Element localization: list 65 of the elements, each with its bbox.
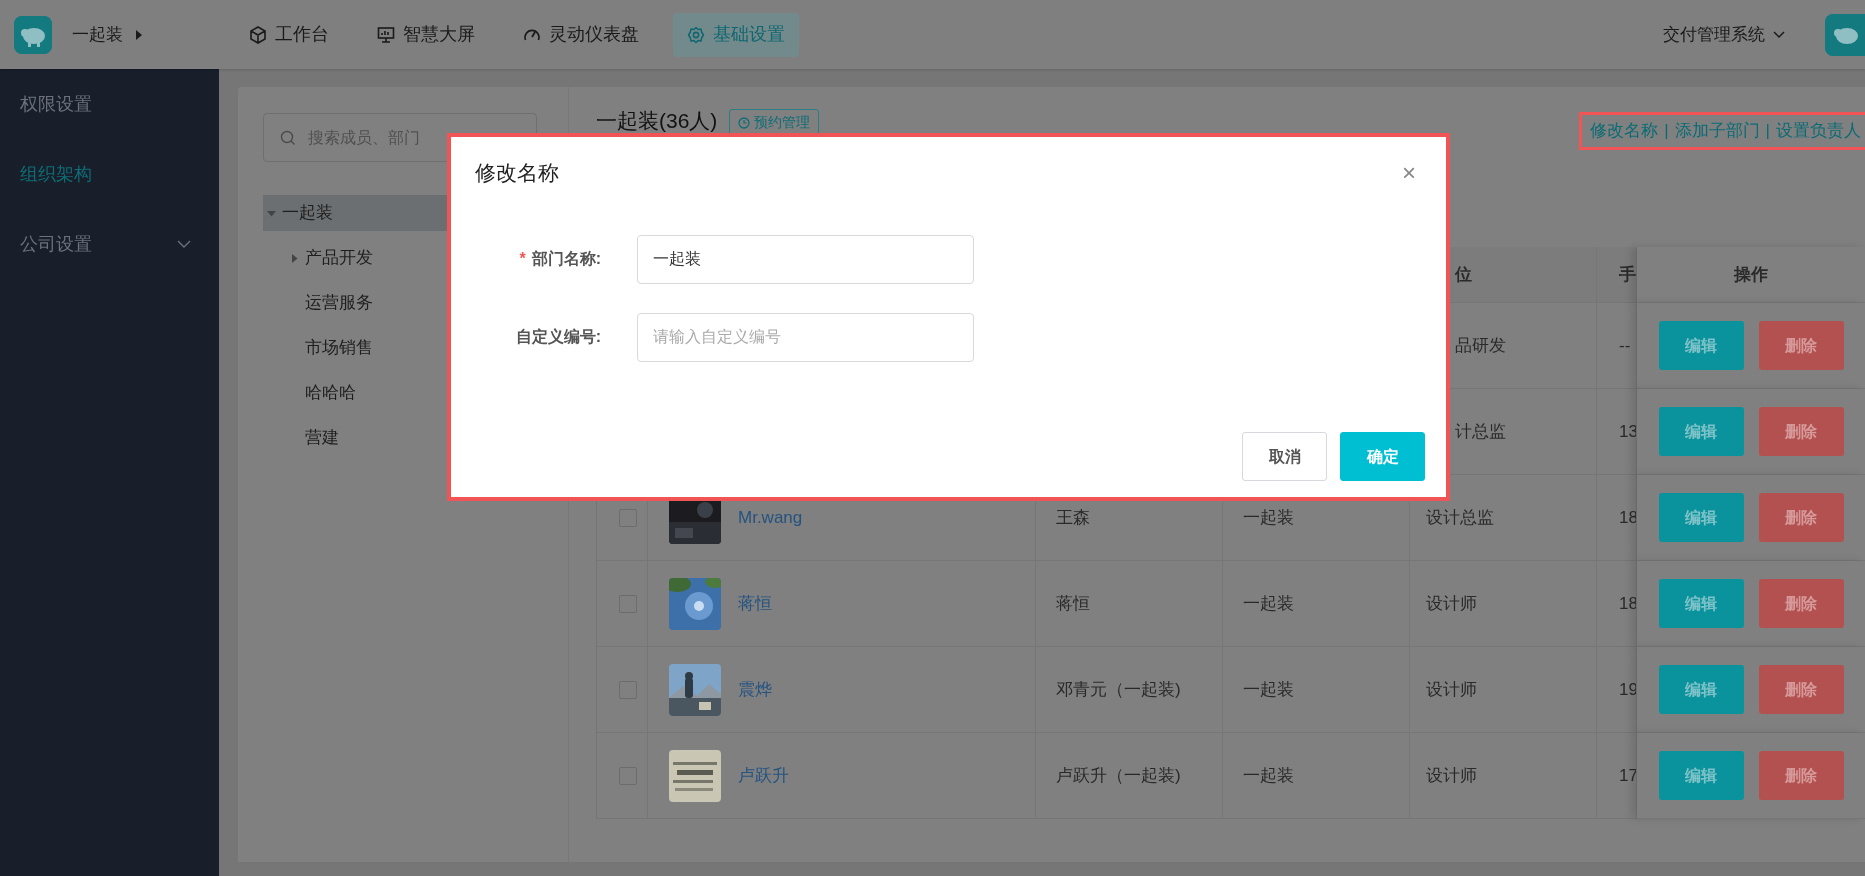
separator: | (1765, 120, 1770, 143)
logo-icon (14, 15, 52, 54)
table-cell: 一起装 (1223, 561, 1410, 647)
column-header: 手 (1597, 247, 1637, 303)
confirm-button[interactable]: 确定 (1340, 432, 1425, 481)
chevron-down-icon (177, 240, 191, 248)
search-icon (280, 129, 296, 146)
column-header: 操作 (1637, 247, 1865, 303)
brand-name: 一起装 (72, 23, 123, 46)
delete-button[interactable]: 删除 (1758, 665, 1844, 714)
dialog-title: 修改名称 (475, 160, 559, 186)
table-cell: 设计师 (1410, 561, 1597, 647)
monitor-icon (377, 25, 395, 44)
tree-item[interactable]: 哈哈哈 (263, 375, 563, 411)
sidebar-item[interactable]: 权限设置 (0, 69, 219, 139)
input-field[interactable]: 请输入自定义编号 (637, 312, 974, 362)
table-cell: 蒋恒 (1036, 561, 1223, 647)
required-mark: * (519, 250, 526, 267)
table-cell: 一起装 (1223, 733, 1410, 819)
field-label: 自定义编号: (515, 328, 601, 345)
caret-icon[interactable] (135, 29, 143, 40)
delete-button[interactable]: 删除 (1758, 407, 1844, 456)
edit-button[interactable]: 编辑 (1658, 751, 1744, 800)
table-cell: 设计师 (1410, 733, 1597, 819)
nav-tab[interactable]: 灵动仪表盘 (509, 12, 653, 57)
input-field[interactable]: 一起装 (637, 234, 974, 284)
separator: | (1664, 120, 1669, 143)
edit-button[interactable]: 编辑 (1658, 493, 1744, 542)
delete-button[interactable]: 删除 (1758, 579, 1844, 628)
nav-tab[interactable]: 工作台 (235, 12, 343, 57)
table-cell: 卢跃升（一起装) (1036, 733, 1223, 819)
action-link[interactable]: 添加子部门 (1674, 118, 1760, 144)
delete-button[interactable]: 删除 (1758, 321, 1844, 370)
table-cell: 一起装 (1223, 647, 1410, 733)
action-link[interactable]: 修改名称 (1590, 118, 1659, 144)
edit-button[interactable]: 编辑 (1658, 579, 1744, 628)
edit-button[interactable]: 编辑 (1658, 665, 1744, 714)
cancel-button[interactable]: 取消 (1242, 432, 1327, 481)
caret-down-icon[interactable] (267, 208, 276, 218)
tree-item[interactable]: 营建 (263, 420, 563, 456)
chevron-down-icon (1773, 30, 1785, 39)
field-label: 部门名称: (531, 250, 601, 267)
cube-icon (249, 25, 267, 44)
clock-icon (738, 116, 751, 129)
sidebar-item[interactable]: 组织架构 (0, 139, 219, 209)
settings-icon (687, 25, 705, 44)
table-cell: 邓青元（一起装) (1036, 647, 1223, 733)
system-switcher[interactable]: 交付管理系统 (1657, 20, 1791, 49)
nav-tab[interactable]: 基础设置 (673, 12, 799, 57)
delete-button[interactable]: 删除 (1758, 751, 1844, 800)
nav-tab[interactable]: 智慧大屏 (363, 12, 489, 57)
table-cell: 设计师 (1410, 647, 1597, 733)
action-link[interactable]: 设置负责人 (1776, 118, 1861, 144)
department-title: 一起装(36人) (596, 108, 718, 134)
tree-item[interactable]: 运营服务 (263, 285, 563, 321)
member-name-link[interactable]: 蒋恒 (738, 590, 772, 617)
close-button[interactable]: × (1398, 160, 1420, 185)
edit-button[interactable]: 编辑 (1658, 321, 1744, 370)
edit-button[interactable]: 编辑 (1658, 407, 1744, 456)
sidebar-item[interactable]: 公司设置 (0, 209, 219, 279)
member-name-link[interactable]: 卢跃升 (738, 762, 789, 789)
member-name-link[interactable]: 震烨 (738, 676, 772, 703)
member-name-link[interactable]: Mr.wang (738, 504, 803, 531)
delete-button[interactable]: 删除 (1758, 493, 1844, 542)
caret-right-icon[interactable] (290, 253, 299, 263)
